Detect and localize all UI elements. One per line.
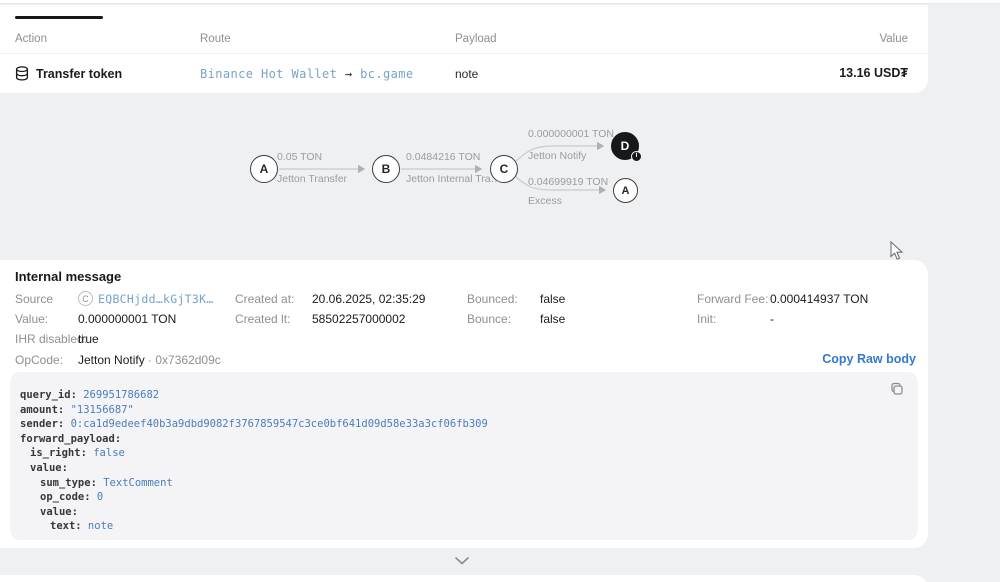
column-header-route: Route bbox=[200, 33, 231, 45]
forward-fee-label: Forward Fee: bbox=[697, 292, 768, 306]
edge-op-label: Jetton Internal Tra… bbox=[406, 173, 501, 185]
internal-message-card: Internal message Source C EQBCHjdd…kGjT3… bbox=[0, 260, 928, 548]
mouse-cursor bbox=[890, 241, 906, 261]
code-line: query_id: 269951786682 bbox=[20, 388, 918, 403]
opcode-value: Jetton Notify · 0x7362d09c bbox=[78, 353, 221, 367]
opcode-label: OpCode: bbox=[15, 353, 63, 367]
edge-amount: 0.05 TON bbox=[277, 151, 322, 163]
edge-op-label: Jetton Transfer bbox=[277, 173, 347, 185]
bounce-value: false bbox=[540, 312, 565, 326]
created-lt-label: Created lt: bbox=[235, 312, 290, 326]
payload-cell: note bbox=[455, 67, 478, 81]
node-letter: A bbox=[260, 162, 269, 176]
value-cell: 13.16 USD₮ bbox=[839, 66, 908, 80]
contract-icon: C bbox=[78, 291, 93, 306]
trace-node-a2[interactable]: A bbox=[613, 178, 638, 203]
edge-amount: 0.04699919 TON bbox=[528, 176, 608, 188]
edge-amount: 0.0484216 TON bbox=[406, 151, 480, 163]
trace-node-b[interactable]: B bbox=[372, 155, 400, 183]
code-line: op_code: 0 bbox=[20, 490, 918, 505]
bounced-label: Bounced: bbox=[467, 292, 518, 306]
route-arrow: → bbox=[345, 67, 353, 81]
created-lt-value: 58502257000002 bbox=[312, 312, 405, 326]
code-line: forward_payload: bbox=[20, 432, 918, 447]
init-value: - bbox=[770, 312, 774, 326]
code-line: value: bbox=[20, 505, 918, 520]
column-header-value: Value bbox=[879, 33, 908, 45]
next-section-card[interactable] bbox=[0, 575, 928, 582]
node-info-badge: i bbox=[631, 151, 642, 162]
active-tab-indicator bbox=[15, 16, 103, 19]
value-value: 0.000000001 TON bbox=[78, 312, 176, 326]
created-at-label: Created at: bbox=[235, 292, 294, 306]
copy-icon[interactable] bbox=[890, 382, 904, 396]
transaction-trace-page: { "accent": { "link_blue": "#3579cb", "m… bbox=[0, 0, 1000, 582]
edge-amount: 0.000000001 TON bbox=[528, 128, 614, 140]
route-from-link[interactable]: Binance Hot Wallet bbox=[200, 67, 337, 81]
chevron-down-icon bbox=[455, 557, 469, 565]
code-line: is_right: false bbox=[20, 446, 918, 461]
value-label: Value: bbox=[15, 312, 48, 326]
source-address[interactable]: C EQBCHjdd…kGjT3K… bbox=[78, 291, 214, 306]
bounced-value: false bbox=[540, 292, 565, 306]
action-cell: Transfer token bbox=[15, 66, 122, 81]
node-letter: B bbox=[382, 162, 391, 176]
ihr-value: true bbox=[78, 332, 99, 346]
route-to-link[interactable]: bc.game bbox=[360, 67, 413, 81]
bounce-label: Bounce: bbox=[467, 312, 511, 326]
code-line: sender: 0:ca1d9edeef40b3a9dbd9082f376785… bbox=[20, 417, 918, 432]
ihr-label: IHR disabled: bbox=[15, 332, 87, 346]
init-label: Init: bbox=[697, 312, 716, 326]
actions-card: Action Route Payload Value Transfer toke… bbox=[0, 5, 928, 93]
created-at-value: 20.06.2025, 02:35:29 bbox=[312, 292, 425, 306]
copy-raw-body-link[interactable]: Copy Raw body bbox=[822, 352, 916, 366]
column-header-action: Action bbox=[15, 33, 47, 45]
edge-op-label: Jetton Notify bbox=[528, 150, 586, 162]
action-label: Transfer token bbox=[36, 67, 122, 81]
payload-code-block: query_id: 269951786682amount: "13156687"… bbox=[10, 372, 918, 540]
trace-node-d[interactable]: D i bbox=[611, 132, 639, 160]
page-top-divider bbox=[0, 0, 1000, 4]
trace-node-a[interactable]: A bbox=[250, 155, 278, 183]
route-cell: Binance Hot Wallet → bc.game bbox=[200, 67, 414, 81]
code-line: value: bbox=[20, 461, 918, 476]
source-label: Source bbox=[15, 292, 53, 306]
node-letter: A bbox=[622, 185, 630, 197]
panel-title: Internal message bbox=[15, 269, 121, 284]
expand-section-button[interactable] bbox=[448, 552, 476, 570]
table-row: Transfer token Binance Hot Wallet → bc.g… bbox=[0, 54, 928, 93]
forward-fee-value: 0.000414937 TON bbox=[770, 292, 868, 306]
code-line: amount: "13156687" bbox=[20, 403, 918, 418]
code-line: sum_type: TextComment bbox=[20, 476, 918, 491]
edge-op-label: Excess bbox=[528, 195, 562, 207]
opcode-name: Jetton Notify bbox=[78, 353, 145, 367]
node-letter: D bbox=[621, 139, 630, 153]
source-address-text[interactable]: EQBCHjdd…kGjT3K… bbox=[98, 292, 214, 306]
token-icon bbox=[15, 66, 29, 81]
column-header-payload: Payload bbox=[455, 33, 497, 45]
code-line: text: note bbox=[20, 519, 918, 534]
opcode-hex: · 0x7362d09c bbox=[148, 353, 221, 367]
code-block-lines: query_id: 269951786682amount: "13156687"… bbox=[20, 388, 918, 534]
